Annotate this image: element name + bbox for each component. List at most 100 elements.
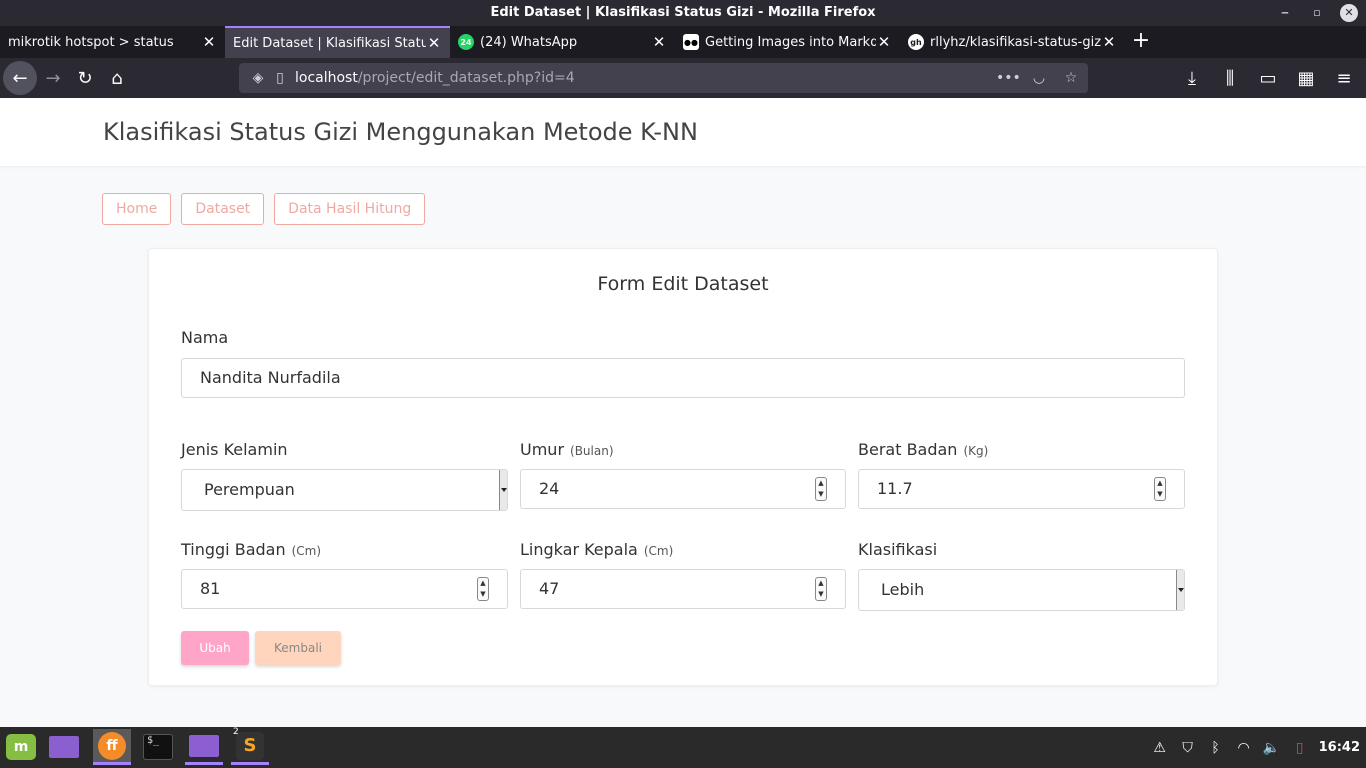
files-launcher[interactable] bbox=[45, 729, 83, 765]
volume-icon[interactable]: 🔈 bbox=[1263, 740, 1281, 756]
tab-bar: mikrotik hotspot > status ✕ Edit Dataset… bbox=[0, 26, 1366, 58]
back-icon[interactable]: ← bbox=[3, 61, 37, 95]
wifi-icon[interactable]: ◠ bbox=[1235, 740, 1253, 756]
nav-dataset-link[interactable]: Dataset bbox=[181, 193, 265, 225]
github-icon: gh bbox=[908, 34, 924, 50]
tinggi-badan-value: 81 bbox=[200, 579, 221, 598]
url-host: localhost bbox=[295, 70, 358, 86]
jenis-kelamin-select[interactable]: Perempuan bbox=[181, 469, 508, 511]
battery-icon[interactable]: ▯ bbox=[1291, 740, 1309, 756]
home-icon[interactable]: ⌂ bbox=[101, 62, 133, 94]
linux-mint-icon: m bbox=[6, 734, 36, 760]
reload-icon[interactable]: ↻ bbox=[69, 62, 101, 94]
ubah-button[interactable]: Ubah bbox=[181, 631, 249, 665]
tab-label: mikrotik hotspot > status bbox=[8, 34, 174, 50]
tab-medium[interactable]: ●● Getting Images into Markd ✕ bbox=[675, 26, 900, 58]
forward-icon[interactable]: → bbox=[37, 62, 69, 94]
tab-close-icon[interactable]: ✕ bbox=[876, 33, 892, 51]
taskbar: m ff $_ 2 S ⚠ ⛉ ᛒ ◠ 🔈 ▯ 16:42 bbox=[0, 727, 1366, 768]
berat-badan-label: Berat Badan (Kg) bbox=[858, 440, 988, 459]
umur-unit: (Bulan) bbox=[570, 444, 614, 458]
spinner-down-icon[interactable]: ▼ bbox=[816, 589, 826, 600]
start-menu-button[interactable]: m bbox=[2, 729, 40, 765]
kembali-button[interactable]: Kembali bbox=[255, 631, 341, 665]
library-icon[interactable]: ⫼ bbox=[1214, 62, 1246, 94]
menu-icon[interactable]: ≡ bbox=[1328, 62, 1360, 94]
site-title: Klasifikasi Status Gizi Menggunakan Meto… bbox=[103, 118, 698, 146]
jenis-kelamin-value: Perempuan bbox=[204, 480, 295, 499]
lingkar-kepala-unit: (Cm) bbox=[643, 544, 674, 558]
files-window[interactable] bbox=[185, 729, 223, 765]
spinner-up-icon[interactable]: ▲ bbox=[478, 578, 488, 589]
number-spinner[interactable]: ▲ ▼ bbox=[815, 477, 827, 501]
page-header: Klasifikasi Status Gizi Menggunakan Meto… bbox=[0, 98, 1366, 166]
firefox-launcher[interactable]: ff bbox=[93, 729, 131, 765]
tab-mikrotik[interactable]: mikrotik hotspot > status ✕ bbox=[0, 26, 225, 58]
number-spinner[interactable]: ▲ ▼ bbox=[1154, 477, 1166, 501]
spinner-down-icon[interactable]: ▼ bbox=[1155, 489, 1165, 500]
berat-badan-label-text: Berat Badan bbox=[858, 440, 958, 459]
terminal-launcher[interactable]: $_ bbox=[139, 729, 177, 765]
tab-close-icon[interactable]: ✕ bbox=[426, 34, 442, 52]
tab-close-icon[interactable]: ✕ bbox=[201, 33, 217, 51]
berat-badan-input[interactable]: 11.7 ▲ ▼ bbox=[858, 469, 1185, 509]
extensions-icon[interactable]: ▦ bbox=[1290, 62, 1322, 94]
nav-hasil-hitung-link[interactable]: Data Hasil Hitung bbox=[274, 193, 426, 225]
lingkar-kepala-input[interactable]: 47 ▲ ▼ bbox=[520, 569, 846, 609]
whatsapp-icon: 24 bbox=[458, 34, 474, 50]
spinner-up-icon[interactable]: ▲ bbox=[816, 578, 826, 589]
number-spinner[interactable]: ▲ ▼ bbox=[815, 577, 827, 601]
system-tray: ⚠ ⛉ ᛒ ◠ 🔈 ▯ 16:42 bbox=[1151, 727, 1366, 768]
lingkar-kepala-value: 47 bbox=[539, 579, 560, 598]
tab-edit-dataset[interactable]: Edit Dataset | Klasifikasi Status ✕ bbox=[225, 26, 450, 58]
close-window-button[interactable]: ✕ bbox=[1340, 4, 1358, 22]
chevron-down-icon[interactable] bbox=[1176, 570, 1184, 610]
tinggi-badan-label: Tinggi Badan (Cm) bbox=[181, 540, 321, 559]
update-shield-icon[interactable]: ⛉ bbox=[1179, 740, 1197, 756]
umur-input[interactable]: 24 ▲ ▼ bbox=[520, 469, 846, 509]
umur-value: 24 bbox=[539, 479, 560, 498]
terminal-icon: $_ bbox=[143, 734, 173, 760]
sublime-launcher[interactable]: 2 S bbox=[231, 727, 269, 765]
page-actions-icon[interactable]: ••• bbox=[996, 70, 1021, 86]
spinner-up-icon[interactable]: ▲ bbox=[1155, 478, 1165, 489]
page-content: Klasifikasi Status Gizi Menggunakan Meto… bbox=[0, 98, 1366, 727]
tab-github[interactable]: gh rllyhz/klasifikasi-status-gizi ✕ bbox=[900, 26, 1125, 58]
tracking-shield-icon[interactable]: ◈ bbox=[247, 70, 269, 86]
window-titlebar: Edit Dataset | Klasifikasi Status Gizi -… bbox=[0, 0, 1366, 26]
maximize-button[interactable]: ▫ bbox=[1308, 4, 1326, 22]
tinggi-badan-label-text: Tinggi Badan bbox=[181, 540, 286, 559]
tinggi-badan-input[interactable]: 81 ▲ ▼ bbox=[181, 569, 508, 609]
tab-label: Edit Dataset | Klasifikasi Status bbox=[233, 35, 426, 51]
form-title: Form Edit Dataset bbox=[597, 273, 769, 295]
umur-label-text: Umur bbox=[520, 440, 565, 459]
nav-home-link[interactable]: Home bbox=[102, 193, 172, 225]
tab-label: rllyhz/klasifikasi-status-gizi bbox=[930, 34, 1101, 50]
nama-input[interactable]: Nandita Nurfadila bbox=[181, 358, 1185, 398]
warning-icon[interactable]: ⚠ bbox=[1151, 740, 1169, 756]
klasifikasi-label: Klasifikasi bbox=[858, 540, 938, 559]
bookmark-star-icon[interactable]: ☆ bbox=[1060, 70, 1082, 86]
minimize-button[interactable]: ‒ bbox=[1276, 4, 1294, 22]
lingkar-kepala-label: Lingkar Kepala (Cm) bbox=[520, 540, 673, 559]
pocket-icon[interactable]: ◡ bbox=[1028, 70, 1050, 86]
sidebar-icon[interactable]: ▭ bbox=[1252, 62, 1284, 94]
new-tab-button[interactable]: + bbox=[1125, 26, 1157, 58]
tab-close-icon[interactable]: ✕ bbox=[651, 33, 667, 51]
clock[interactable]: 16:42 bbox=[1319, 740, 1360, 755]
klasifikasi-select[interactable]: Lebih bbox=[858, 569, 1185, 611]
chevron-down-icon[interactable] bbox=[499, 470, 507, 510]
downloads-icon[interactable]: ⤓ bbox=[1176, 62, 1208, 94]
berat-badan-value: 11.7 bbox=[877, 479, 913, 498]
bluetooth-icon[interactable]: ᛒ bbox=[1207, 740, 1225, 756]
tab-close-icon[interactable]: ✕ bbox=[1101, 33, 1117, 51]
spinner-down-icon[interactable]: ▼ bbox=[478, 589, 488, 600]
tab-whatsapp[interactable]: 24 (24) WhatsApp ✕ bbox=[450, 26, 675, 58]
url-bar[interactable]: ◈ ▯ localhost/project/edit_dataset.php?i… bbox=[239, 63, 1088, 93]
page-nav: Home Dataset Data Hasil Hitung bbox=[102, 193, 426, 225]
spinner-down-icon[interactable]: ▼ bbox=[816, 489, 826, 500]
spinner-up-icon[interactable]: ▲ bbox=[816, 478, 826, 489]
folder-icon bbox=[189, 734, 219, 757]
number-spinner[interactable]: ▲ ▼ bbox=[477, 577, 489, 601]
page-info-icon[interactable]: ▯ bbox=[269, 70, 291, 86]
